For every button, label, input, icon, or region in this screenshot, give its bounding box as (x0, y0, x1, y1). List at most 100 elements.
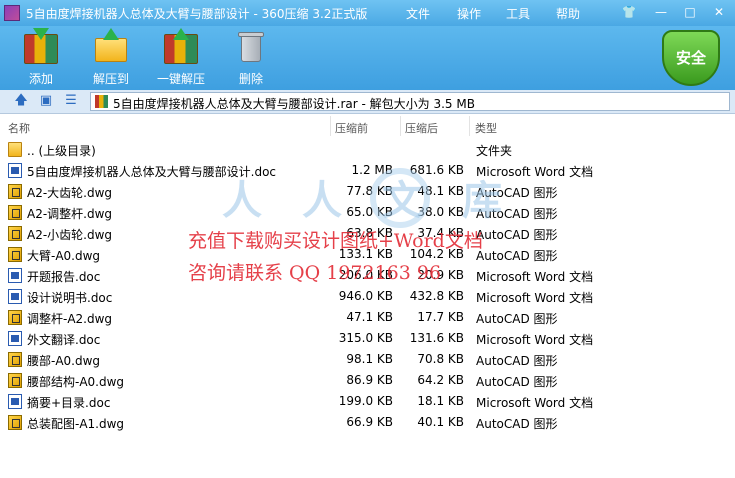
file-size-before: 98.1 KB (346, 352, 393, 366)
file-row[interactable]: 调整杆-A2.dwg 47.1 KB 17.7 KB AutoCAD 图形 (0, 307, 735, 328)
up-arrow-icon[interactable]: 🡅 (12, 93, 30, 109)
column-divider (400, 116, 401, 136)
title-bar: 5自由度焊接机器人总体及大臂与腰部设计 - 360压缩 3.2正式版 文件 操作… (0, 0, 735, 26)
list-view-icon[interactable]: ☰ (62, 93, 80, 109)
file-type: AutoCAD 图形 (476, 354, 558, 368)
file-type: AutoCAD 图形 (476, 312, 558, 326)
file-name: 腰部结构-A0.dwg (27, 375, 125, 389)
file-name: 调整杆-A2.dwg (27, 312, 113, 326)
column-divider (469, 116, 470, 136)
toolbar: 添加 解压到 一键解压 删除 (0, 26, 735, 90)
file-size-after: 131.6 KB (409, 331, 464, 345)
file-name: 腰部-A0.dwg (27, 354, 101, 368)
file-name: 总装配图-A1.dwg (27, 417, 125, 431)
file-size-before: 946.0 KB (338, 289, 393, 303)
folder-icon (8, 142, 22, 157)
menu-help[interactable]: 帮助 (556, 5, 580, 22)
file-size-before: 199.0 KB (338, 394, 393, 408)
word-document-icon (8, 268, 22, 283)
window-title: 5自由度焊接机器人总体及大臂与腰部设计 - 360压缩 3.2正式版 (26, 7, 368, 21)
minimize-button[interactable]: — (650, 3, 672, 21)
file-size-after: 70.8 KB (417, 352, 464, 366)
address-bar: 🡅 ▣ ☰ 5自由度焊接机器人总体及大臂与腰部设计.rar - 解包大小为 3.… (0, 90, 735, 114)
skin-icon[interactable]: 👕 (618, 3, 640, 21)
autocad-drawing-icon (8, 226, 22, 241)
path-field[interactable]: 5自由度焊接机器人总体及大臂与腰部设计.rar - 解包大小为 3.5 MB (90, 92, 730, 111)
thumbnail-view-icon[interactable]: ▣ (37, 93, 55, 109)
app-icon (4, 5, 20, 21)
menu-operate[interactable]: 操作 (457, 5, 481, 22)
autocad-drawing-icon (8, 373, 22, 388)
autocad-drawing-icon (8, 415, 22, 430)
file-size-after: 40.1 KB (417, 415, 464, 429)
file-name: A2-大齿轮.dwg (27, 186, 113, 200)
add-archive-icon (24, 28, 58, 64)
column-after[interactable]: 压缩后 (405, 120, 438, 136)
path-text: 5自由度焊接机器人总体及大臂与腰部设计.rar - 解包大小为 3.5 MB (113, 97, 475, 111)
file-type: AutoCAD 图形 (476, 375, 558, 389)
watermark-circle (370, 168, 430, 228)
one-click-extract-label: 一键解压 (156, 72, 205, 86)
autocad-drawing-icon (8, 352, 22, 367)
autocad-drawing-icon (8, 184, 22, 199)
file-type: AutoCAD 图形 (476, 228, 558, 242)
add-button-label: 添加 (28, 72, 53, 86)
file-row[interactable]: 外文翻译.doc 315.0 KB 131.6 KB Microsoft Word 文… (0, 328, 735, 349)
watermark-line-2: 咨询请联系 QQ 1972163 96 (188, 262, 442, 284)
delete-label: 删除 (238, 72, 263, 86)
column-divider (330, 116, 331, 136)
file-type: Microsoft Word 文档 (476, 270, 594, 284)
menu-file[interactable]: 文件 (406, 5, 430, 22)
file-size-after: 432.8 KB (409, 289, 464, 303)
security-shield-icon[interactable]: 安全 (662, 30, 720, 86)
maximize-button[interactable]: □ (679, 3, 701, 21)
extract-to-icon (94, 28, 128, 64)
word-document-icon (8, 163, 22, 178)
file-row[interactable]: 摘要+目录.doc 199.0 KB 18.1 KB Microsoft Word 文… (0, 391, 735, 412)
word-document-icon (8, 289, 22, 304)
one-click-extract-button[interactable]: 一键解压 (151, 28, 211, 88)
file-name: 摘要+目录.doc (27, 396, 111, 410)
autocad-drawing-icon (8, 247, 22, 262)
file-size-before: 66.9 KB (346, 415, 393, 429)
extract-to-button[interactable]: 解压到 (81, 28, 141, 88)
file-size-after: 64.2 KB (417, 373, 464, 387)
file-name: A2-小齿轮.dwg (27, 228, 113, 242)
file-size-after: 18.1 KB (417, 394, 464, 408)
file-name: 设计说明书.doc (27, 291, 113, 305)
menu-tools[interactable]: 工具 (506, 5, 530, 22)
archive-icon (95, 95, 108, 108)
column-type[interactable]: 类型 (475, 120, 497, 136)
autocad-drawing-icon (8, 310, 22, 325)
file-size-before: 86.9 KB (346, 373, 393, 387)
file-type: AutoCAD 图形 (476, 249, 558, 263)
file-type: Microsoft Word 文档 (476, 291, 594, 305)
one-click-extract-icon (164, 28, 198, 64)
file-type: Microsoft Word 文档 (476, 333, 594, 347)
trash-icon (234, 30, 268, 64)
file-name: .. (上级目录) (27, 144, 96, 158)
file-name: 大臂-A0.dwg (27, 249, 101, 263)
file-name: 外文翻译.doc (27, 333, 101, 347)
file-size-after: 17.7 KB (417, 310, 464, 324)
file-name: 开题报告.doc (27, 270, 101, 284)
column-before[interactable]: 压缩前 (335, 120, 368, 136)
column-name[interactable]: 名称 (8, 120, 30, 136)
autocad-drawing-icon (8, 205, 22, 220)
file-row[interactable]: 总装配图-A1.dwg 66.9 KB 40.1 KB AutoCAD 图形 (0, 412, 735, 433)
file-type: AutoCAD 图形 (476, 417, 558, 431)
file-type: 文件夹 (476, 144, 513, 158)
add-button[interactable]: 添加 (11, 28, 71, 88)
word-document-icon (8, 394, 22, 409)
word-document-icon (8, 331, 22, 346)
file-row[interactable]: .. (上级目录) 文件夹 (0, 139, 735, 160)
file-name: A2-调整杆.dwg (27, 207, 113, 221)
file-row[interactable]: 腰部-A0.dwg 98.1 KB 70.8 KB AutoCAD 图形 (0, 349, 735, 370)
watermark-line-1: 充值下载购买设计图纸+Word文档 (188, 230, 483, 252)
file-type: Microsoft Word 文档 (476, 396, 594, 410)
file-row[interactable]: 设计说明书.doc 946.0 KB 432.8 KB Microsoft Word … (0, 286, 735, 307)
close-button[interactable]: ✕ (708, 3, 730, 21)
delete-button[interactable]: 删除 (221, 28, 281, 88)
extract-to-label: 解压到 (92, 72, 129, 86)
file-row[interactable]: 腰部结构-A0.dwg 86.9 KB 64.2 KB AutoCAD 图形 (0, 370, 735, 391)
